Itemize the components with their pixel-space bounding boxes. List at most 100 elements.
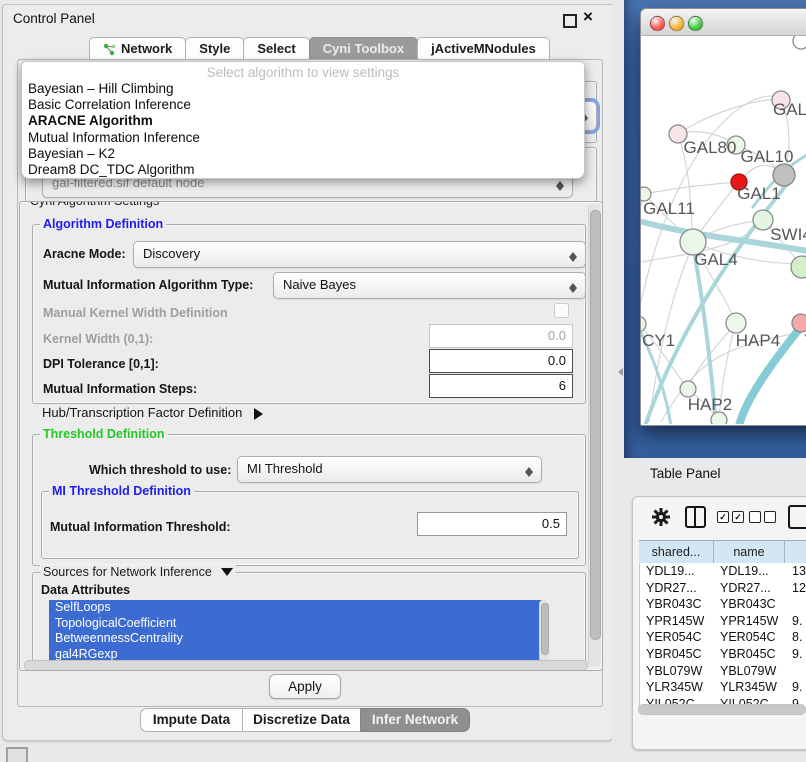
table-horizontal-scrollbar[interactable] [638,704,806,715]
table-row[interactable]: YDR27...YDR27...12 [640,580,806,597]
mi-algorithm-type-label: Mutual Information Algorithm Type: [43,278,253,292]
dropdown-item[interactable]: ARACNE Algorithm [28,113,153,128]
node-label: HAP4 [736,331,780,350]
column-header-2[interactable]: name [714,540,785,564]
bottom-tab-discretize-data[interactable]: Discretize Data [242,708,361,732]
table-cell: YBR043C [720,597,776,611]
attribute-list-item[interactable]: SelfLoops [49,600,546,616]
file-icon[interactable] [788,505,806,529]
table-cell: YBR045C [646,647,702,661]
node-label: GAL [773,100,806,119]
manual-kernel-width-checkbox[interactable] [554,303,569,318]
tab-label: Cyni Toolbox [323,38,404,60]
mi-steps-input[interactable]: 6 [429,374,573,398]
network-window-titlebar[interactable] [641,9,806,36]
column-header-3[interactable]: A [785,540,806,564]
unchecked-boxes-icon[interactable] [749,511,776,523]
which-threshold-label: Which threshold to use: [89,463,231,477]
algorithm-definition-title: Algorithm Definition [40,217,166,231]
table-cell: YDR27... [720,581,771,595]
which-threshold-combo[interactable]: MI Threshold [237,456,542,483]
dock-mini-icon[interactable] [6,747,28,762]
tab-cyni-toolbox[interactable]: Cyni Toolbox [309,37,418,60]
network-node[interactable] [641,316,646,332]
checked-boxes-icon[interactable]: ✓✓ [717,511,744,523]
table-header-row: shared...nameA [639,540,806,562]
table-cell: 13 [792,564,806,578]
tab-select[interactable]: Select [243,37,309,60]
node-label: HAP2 [688,395,732,414]
table-row[interactable]: YBR043CYBR043C [640,596,806,613]
float-window-icon[interactable] [563,14,577,28]
application-root: Control Panel × NetworkStyleSelectCyni T… [0,0,806,762]
bottom-tab-infer-network[interactable]: Infer Network [360,708,470,732]
network-node[interactable] [773,164,795,186]
hub-factor-section[interactable]: Hub/Transcription Factor Definition [42,405,269,420]
dropdown-item[interactable]: Basic Correlation Inference [28,97,191,112]
close-traffic-light-icon[interactable] [650,16,665,31]
splitter-handle-icon[interactable] [614,368,623,376]
node-label: GAL10 [741,147,794,166]
network-node[interactable] [792,314,806,332]
table-cell: YBR045C [720,647,776,661]
network-node[interactable] [793,36,806,49]
mi-steps-label: Mutual Information Steps: [43,382,197,396]
panel-splitter[interactable] [612,0,624,762]
table-row[interactable]: YLR345WYLR345W9. [640,679,806,696]
settings-scrollbar-thumb[interactable] [590,210,601,640]
aracne-mode-label: Aracne Mode: [43,247,126,261]
table-row[interactable]: YBR045C YBR045C 9. [640,646,806,663]
zoom-traffic-light-icon[interactable] [688,16,703,31]
mi-threshold-group: MI Threshold Definition Mutual Informati… [41,491,579,559]
network-node[interactable] [726,313,746,333]
tab-jactivemnodules[interactable]: jActiveMNodules [417,37,550,60]
network-canvas[interactable]: GALGAL80GAL10GAL11GAL1SWI4GAL4GCY1HAP4YH… [641,36,806,424]
node-label: SWI4 [770,225,806,244]
table-row[interactable]: YBL079WYBL079W [640,663,806,680]
which-threshold-value: MI Threshold [247,461,323,476]
column-header-1[interactable]: shared... [639,540,714,564]
gear-icon[interactable] [651,507,671,527]
table-cell: 9. [792,647,802,661]
close-icon[interactable]: × [583,7,593,27]
table-panel-region: Table Panel ✓✓ shared. [624,458,806,762]
split-columns-icon[interactable] [685,506,706,528]
kernel-width-input[interactable]: 0.0 [429,324,573,348]
list-vertical-scrollbar[interactable] [539,600,549,662]
algorithm-dropdown-popup: Select algorithm to view settings Bayesi… [21,61,585,179]
threshold-definition-group: Threshold Definition Which threshold to … [32,434,586,566]
dropdown-item[interactable]: Bayesian – K2 [28,146,115,161]
mi-threshold-input[interactable]: 0.5 [417,512,567,536]
table-cell: YDL19... [720,564,769,578]
bottom-tab-impute-data[interactable]: Impute Data [140,708,243,732]
table-cell: 8. [792,630,802,644]
dpi-tolerance-label: DPI Tolerance [0,1]: [43,357,159,371]
dropdown-item[interactable]: Bayesian – Hill Climbing [28,81,174,96]
table-row[interactable]: YDL19...YDL19...13 [640,563,806,580]
network-graph: GALGAL80GAL10GAL11GAL1SWI4GAL4GCY1HAP4YH… [641,36,806,424]
collapse-arrow-icon [221,568,233,582]
tab-style[interactable]: Style [185,37,244,60]
settings-horizontal-scrollbar[interactable] [24,660,588,671]
aracne-mode-combo[interactable]: Discovery [133,241,586,268]
mi-algorithm-type-combo[interactable]: Naive Bayes [273,272,586,299]
dropdown-item[interactable]: Dream8 DC_TDC Algorithm [28,162,195,177]
tab-label: jActiveMNodules [431,38,536,60]
table-row[interactable]: YER054CYER054C8. [640,629,806,646]
table-panel-title: Table Panel [650,466,721,481]
attribute-list-item[interactable]: TopologicalCoefficient [49,616,546,632]
list-scrollbar-thumb[interactable] [541,603,549,655]
apply-button[interactable]: Apply [269,674,341,699]
attribute-list-item[interactable]: BetweennessCentrality [49,631,546,647]
settings-vertical-scrollbar[interactable] [588,204,601,666]
dropdown-prompt: Select algorithm to view settings [22,65,584,80]
minimize-traffic-light-icon[interactable] [669,16,684,31]
network-node[interactable] [791,256,806,278]
dpi-tolerance-input[interactable]: 0.0 [429,349,573,373]
table-row[interactable]: YPR145WYPR145W9. [640,613,806,630]
tab-network[interactable]: Network [89,37,186,60]
algorithm-definition-group: Algorithm Definition Aracne Mode: Discov… [32,224,586,404]
mi-algorithm-type-value: Naive Bayes [283,277,356,292]
dropdown-item[interactable]: Mutual Information Inference [28,130,200,145]
table-cell: YER054C [646,630,702,644]
